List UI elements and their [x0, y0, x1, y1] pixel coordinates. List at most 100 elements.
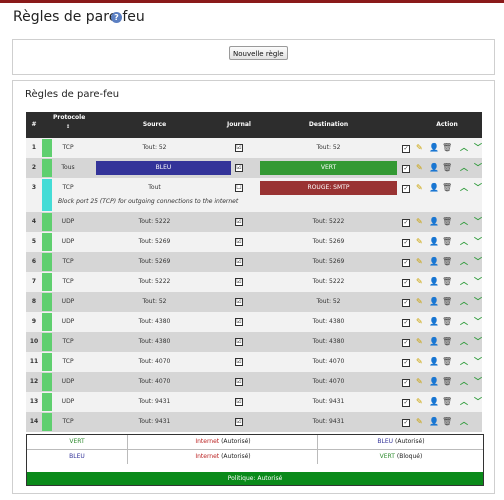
journal-checkbox[interactable]: ☑ [222, 392, 256, 412]
checkbox-icon[interactable]: ☑ [235, 237, 243, 246]
checkbox-icon[interactable]: ✓ [402, 184, 410, 193]
user-edit-icon[interactable]: 👤 [429, 417, 439, 427]
checkbox-icon[interactable]: ✓ [402, 358, 410, 367]
journal-checkbox[interactable]: ☐ [222, 178, 256, 198]
trash-icon[interactable]: 🗑 [442, 257, 452, 267]
checkbox-icon[interactable]: ☑ [235, 397, 243, 406]
journal-checkbox[interactable]: ☑ [222, 272, 256, 292]
user-edit-icon[interactable]: 👤 [429, 257, 439, 267]
checkbox-icon[interactable]: ✓ [402, 218, 410, 227]
checkbox-icon[interactable]: ☑ [235, 337, 243, 346]
trash-icon[interactable]: 🗑 [442, 183, 452, 193]
checkbox-icon[interactable]: ☑ [235, 417, 243, 426]
trash-icon[interactable]: 🗑 [442, 277, 452, 287]
user-edit-icon[interactable]: 👤 [429, 183, 439, 193]
journal-checkbox[interactable]: ☑ [222, 252, 256, 272]
pencil-icon[interactable]: ✎ [416, 217, 423, 227]
chevron-down-icon[interactable]: ﹀ [474, 297, 482, 307]
sort-icon[interactable]: ↕ [53, 124, 83, 130]
checkbox-icon[interactable]: ✓ [402, 418, 410, 427]
pencil-icon[interactable]: ✎ [416, 297, 423, 307]
checkbox-icon[interactable]: ✓ [402, 144, 410, 153]
pencil-icon[interactable]: ✎ [416, 143, 423, 153]
header-protocol[interactable]: Protocole [53, 114, 85, 121]
pencil-icon[interactable]: ✎ [416, 337, 423, 347]
pencil-icon[interactable]: ✎ [416, 257, 423, 267]
chevron-up-icon[interactable]: ︿ [460, 257, 468, 267]
enabled-checkbox[interactable]: ✓ [402, 358, 410, 368]
checkbox-icon[interactable]: ☑ [235, 357, 243, 366]
trash-icon[interactable]: 🗑 [442, 397, 452, 407]
user-edit-icon[interactable]: 👤 [429, 143, 439, 153]
checkbox-icon[interactable]: ☑ [235, 257, 243, 266]
user-edit-icon[interactable]: 👤 [429, 337, 439, 347]
chevron-down-icon[interactable]: ﹀ [474, 217, 482, 227]
journal-checkbox[interactable]: ☑ [222, 312, 256, 332]
journal-checkbox[interactable]: ☑ [222, 212, 256, 232]
chevron-up-icon[interactable]: ︿ [460, 277, 468, 287]
pencil-icon[interactable]: ✎ [416, 317, 423, 327]
trash-icon[interactable]: 🗑 [442, 163, 452, 173]
user-edit-icon[interactable]: 👤 [429, 377, 439, 387]
checkbox-icon[interactable]: ☑ [235, 143, 243, 152]
chevron-up-icon[interactable]: ︿ [460, 417, 468, 427]
journal-checkbox[interactable]: ☑ [222, 292, 256, 312]
chevron-down-icon[interactable]: ﹀ [474, 257, 482, 267]
enabled-checkbox[interactable]: ✓ [402, 318, 410, 328]
checkbox-icon[interactable]: ✓ [402, 278, 410, 287]
chevron-down-icon[interactable]: ﹀ [474, 377, 482, 387]
pencil-icon[interactable]: ✎ [416, 277, 423, 287]
chevron-up-icon[interactable]: ︿ [460, 237, 468, 247]
checkbox-icon[interactable]: ✓ [402, 238, 410, 247]
chevron-down-icon[interactable]: ﹀ [474, 143, 482, 153]
journal-checkbox[interactable]: ☑ [222, 372, 256, 392]
user-edit-icon[interactable]: 👤 [429, 297, 439, 307]
checkbox-icon[interactable]: ☑ [235, 317, 243, 326]
pencil-icon[interactable]: ✎ [416, 183, 423, 193]
chevron-down-icon[interactable]: ﹀ [474, 357, 482, 367]
chevron-down-icon[interactable]: ﹀ [474, 397, 482, 407]
chevron-up-icon[interactable]: ︿ [460, 297, 468, 307]
checkbox-icon[interactable]: ✓ [402, 318, 410, 327]
chevron-up-icon[interactable]: ︿ [460, 377, 468, 387]
journal-checkbox[interactable]: ☑ [222, 412, 256, 432]
chevron-down-icon[interactable]: ﹀ [474, 237, 482, 247]
checkbox-icon[interactable]: ☑ [235, 377, 243, 386]
enabled-checkbox[interactable]: ✓ [402, 218, 410, 228]
chevron-up-icon[interactable]: ︿ [460, 183, 468, 193]
pencil-icon[interactable]: ✎ [416, 237, 423, 247]
chevron-up-icon[interactable]: ︿ [460, 217, 468, 227]
user-edit-icon[interactable]: 👤 [429, 317, 439, 327]
enabled-checkbox[interactable]: ✓ [402, 338, 410, 348]
checkbox-icon[interactable]: ✓ [402, 298, 410, 307]
checkbox-icon[interactable]: ✓ [402, 338, 410, 347]
checkbox-icon[interactable]: ✓ [402, 398, 410, 407]
trash-icon[interactable]: 🗑 [442, 337, 452, 347]
checkbox-icon[interactable]: ☐ [235, 183, 243, 192]
trash-icon[interactable]: 🗑 [442, 317, 452, 327]
trash-icon[interactable]: 🗑 [442, 143, 452, 153]
chevron-up-icon[interactable]: ︿ [460, 397, 468, 407]
checkbox-icon[interactable]: ☑ [235, 217, 243, 226]
chevron-down-icon[interactable]: ﹀ [474, 337, 482, 347]
user-edit-icon[interactable]: 👤 [429, 237, 439, 247]
journal-checkbox[interactable]: ☑ [222, 158, 256, 178]
user-edit-icon[interactable]: 👤 [429, 397, 439, 407]
checkbox-icon[interactable]: ✓ [402, 258, 410, 267]
chevron-down-icon[interactable]: ﹀ [474, 317, 482, 327]
checkbox-icon[interactable]: ☑ [235, 163, 243, 172]
journal-checkbox[interactable]: ☑ [222, 138, 256, 158]
chevron-up-icon[interactable]: ︿ [460, 317, 468, 327]
pencil-icon[interactable]: ✎ [416, 163, 423, 173]
user-edit-icon[interactable]: 👤 [429, 277, 439, 287]
enabled-checkbox[interactable]: ✓ [402, 298, 410, 308]
chevron-down-icon[interactable]: ﹀ [474, 277, 482, 287]
user-edit-icon[interactable]: 👤 [429, 217, 439, 227]
checkbox-icon[interactable]: ☑ [235, 297, 243, 306]
checkbox-icon[interactable]: ☑ [235, 277, 243, 286]
trash-icon[interactable]: 🗑 [442, 217, 452, 227]
journal-checkbox[interactable]: ☑ [222, 352, 256, 372]
user-edit-icon[interactable]: 👤 [429, 357, 439, 367]
chevron-down-icon[interactable]: ﹀ [474, 183, 482, 193]
enabled-checkbox[interactable]: ✓ [402, 278, 410, 288]
